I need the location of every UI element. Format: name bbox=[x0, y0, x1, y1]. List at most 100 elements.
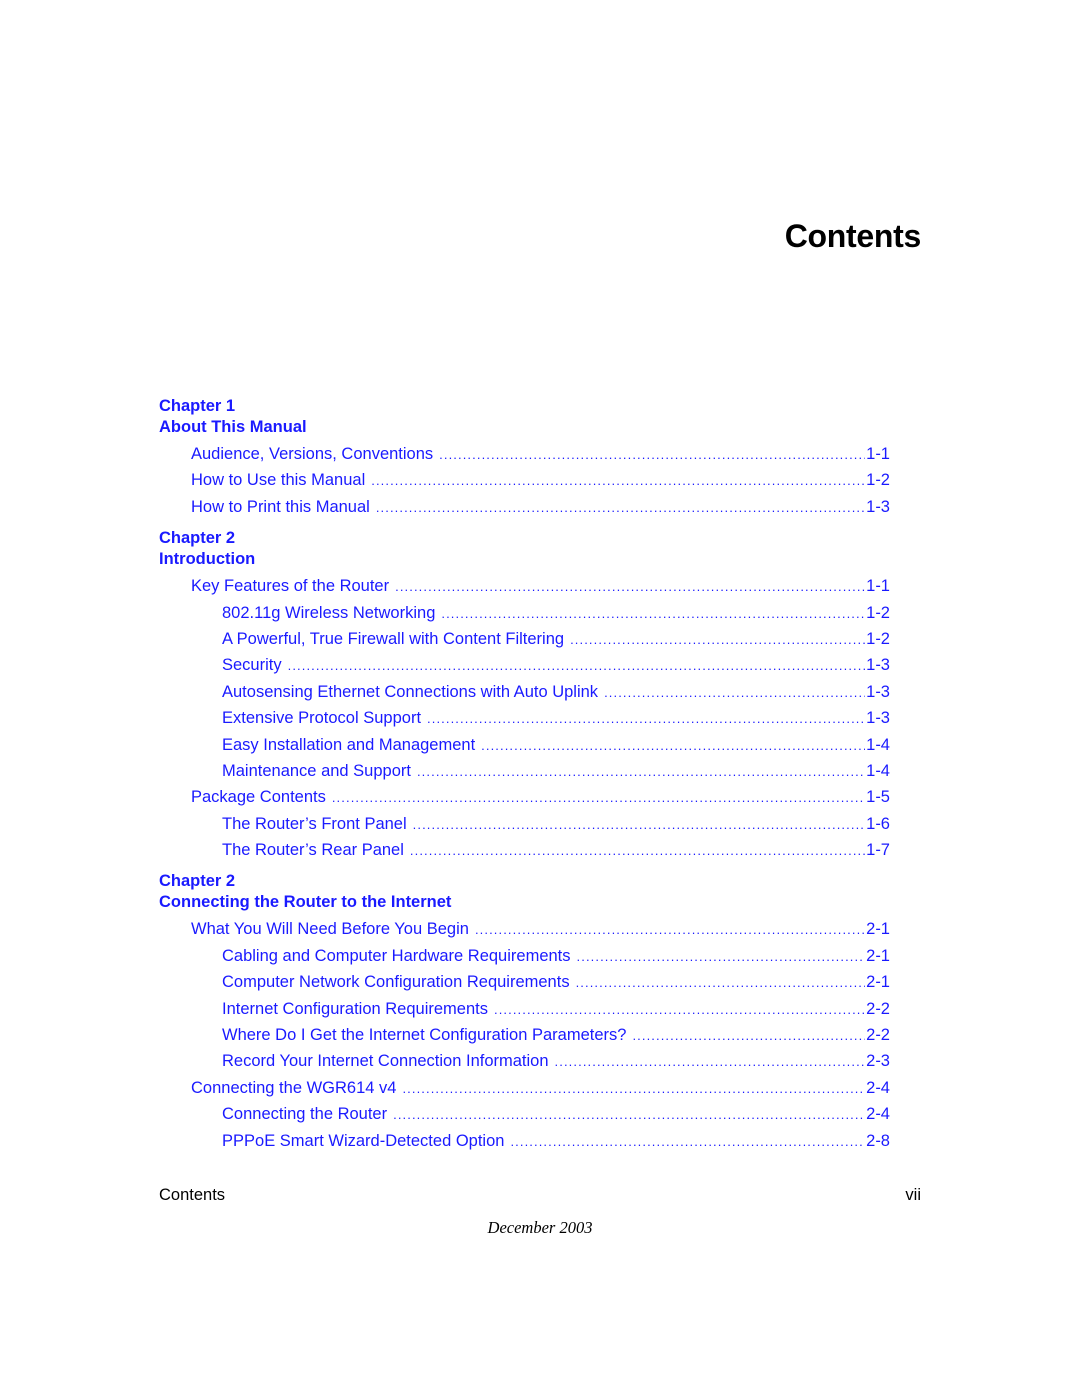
chapter-number-link[interactable]: Chapter 2 bbox=[159, 528, 890, 549]
dot-leader bbox=[481, 738, 865, 753]
toc-entry-page-number: 1-3 bbox=[866, 682, 890, 701]
toc-entry-link[interactable]: Extensive Protocol Support 1-3 bbox=[159, 709, 890, 735]
toc-entry-label: Easy Installation and Management bbox=[222, 735, 476, 754]
toc-entry-label: Audience, Versions, Conventions bbox=[191, 445, 434, 463]
toc-entry-label: Record Your Internet Connection Informat… bbox=[222, 1052, 549, 1071]
toc-entry-page-number: 1-2 bbox=[866, 629, 890, 648]
footer-section-name: Contents bbox=[159, 1186, 226, 1204]
toc-entry-link[interactable]: Key Features of the Router 1-1 bbox=[159, 577, 890, 603]
toc-entry-link[interactable]: Autosensing Ethernet Connections with Au… bbox=[159, 683, 890, 709]
toc-entry-link[interactable]: Security 1-3 bbox=[159, 656, 890, 682]
toc-entry-label: Extensive Protocol Support bbox=[222, 709, 422, 728]
toc-entry-link[interactable]: Cabling and Computer Hardware Requiremen… bbox=[159, 947, 890, 973]
toc-entry-link[interactable]: Audience, Versions, Conventions 1-1 bbox=[159, 445, 890, 471]
dot-leader bbox=[371, 473, 865, 488]
toc-entry-label: How to Use this Manual bbox=[191, 471, 366, 490]
toc-entry-page-number: 1-2 bbox=[866, 603, 890, 622]
toc-entry-label: Computer Network Configuration Requireme… bbox=[222, 973, 570, 992]
toc-entry-link[interactable]: Computer Network Configuration Requireme… bbox=[159, 973, 890, 999]
table-of-contents: Chapter 1 About This Manual Audience, Ve… bbox=[159, 396, 890, 1162]
toc-entry-page-number: 1-6 bbox=[866, 814, 890, 833]
toc-entry-link[interactable]: PPPoE Smart Wizard-Detected Option 2-8 bbox=[159, 1132, 890, 1158]
toc-entry-page-number: 2-1 bbox=[866, 920, 890, 939]
dot-leader bbox=[632, 1028, 865, 1043]
dot-leader bbox=[376, 500, 865, 515]
dot-leader bbox=[576, 975, 866, 990]
toc-entry-label: A Powerful, True Firewall with Content F… bbox=[222, 629, 565, 648]
toc-entry-link[interactable]: 802.11g Wireless Networking 1-2 bbox=[159, 604, 890, 630]
toc-chapter: Chapter 1 About This Manual Audience, Ve… bbox=[159, 396, 890, 524]
dot-leader bbox=[393, 1107, 865, 1122]
toc-entry-page-number: 2-2 bbox=[866, 999, 890, 1018]
dot-leader bbox=[410, 843, 865, 858]
dot-leader bbox=[570, 632, 865, 647]
toc-entry-label: Connecting the Router bbox=[222, 1105, 388, 1124]
toc-entry-page-number: 2-1 bbox=[866, 946, 890, 965]
toc-entry-label: The Router’s Rear Panel bbox=[222, 841, 404, 860]
toc-entry-label: Internet Configuration Requirements bbox=[222, 999, 488, 1018]
dot-leader bbox=[427, 711, 865, 726]
toc-entry-link[interactable]: Where Do I Get the Internet Configuratio… bbox=[159, 1026, 890, 1052]
toc-entry-label: The Router’s Front Panel bbox=[222, 814, 407, 833]
chapter-number-link[interactable]: Chapter 1 bbox=[159, 396, 890, 417]
dot-leader bbox=[475, 922, 865, 937]
toc-entry-label: Autosensing Ethernet Connections with Au… bbox=[222, 682, 599, 701]
toc-entry-link[interactable]: The Router’s Front Panel 1-6 bbox=[159, 815, 890, 841]
toc-entry-link[interactable]: What You Will Need Before You Begin 2-1 bbox=[159, 920, 890, 946]
toc-entry-page-number: 2-1 bbox=[866, 973, 890, 992]
chapter-entries: Audience, Versions, Conventions 1-1 How to… bbox=[159, 445, 890, 524]
toc-entry-link[interactable]: How to Print this Manual 1-3 bbox=[159, 498, 890, 524]
toc-entry-link[interactable]: The Router’s Rear Panel 1-7 bbox=[159, 841, 890, 867]
chapter-entries: Key Features of the Router 1-1 802.11g Wir… bbox=[159, 577, 890, 867]
toc-entry-page-number: 1-5 bbox=[866, 788, 890, 807]
toc-entry-label: What You Will Need Before You Begin bbox=[191, 920, 469, 939]
dot-leader bbox=[395, 579, 865, 594]
toc-entry-label: Cabling and Computer Hardware Requiremen… bbox=[222, 946, 571, 965]
dot-leader bbox=[332, 790, 865, 805]
toc-entry-link[interactable]: Easy Installation and Management 1-4 bbox=[159, 736, 890, 762]
dot-leader bbox=[288, 658, 866, 673]
toc-entry-page-number: 2-4 bbox=[866, 1105, 890, 1124]
toc-entry-page-number: 1-1 bbox=[866, 445, 890, 463]
toc-entry-page-number: 2-8 bbox=[866, 1131, 890, 1150]
toc-entry-link[interactable]: Internet Configuration Requirements 2-2 bbox=[159, 1000, 890, 1026]
toc-entry-link[interactable]: Record Your Internet Connection Informat… bbox=[159, 1052, 890, 1078]
toc-entry-page-number: 1-4 bbox=[866, 735, 890, 754]
dot-leader bbox=[604, 685, 865, 700]
toc-entry-label: Maintenance and Support bbox=[222, 761, 411, 780]
toc-entry-page-number: 2-2 bbox=[866, 1026, 890, 1045]
chapter-title-link[interactable]: Introduction bbox=[159, 549, 890, 570]
toc-entry-label: 802.11g Wireless Networking bbox=[222, 603, 436, 622]
dot-leader bbox=[510, 1134, 865, 1149]
toc-entry-link[interactable]: Package Contents 1-5 bbox=[159, 788, 890, 814]
toc-entry-page-number: 2-4 bbox=[866, 1078, 890, 1097]
dot-leader bbox=[417, 764, 865, 779]
chapter-number-link[interactable]: Chapter 2 bbox=[159, 871, 890, 892]
toc-entry-label: Connecting the WGR614 v4 bbox=[191, 1078, 397, 1097]
dot-leader bbox=[402, 1081, 865, 1096]
toc-entry-link[interactable]: A Powerful, True Firewall with Content F… bbox=[159, 630, 890, 656]
toc-entry-label: PPPoE Smart Wizard-Detected Option bbox=[222, 1131, 505, 1150]
dot-leader bbox=[413, 817, 865, 832]
toc-chapter: Chapter 2 Introduction Key Features of t… bbox=[159, 528, 890, 867]
toc-entry-page-number: 1-7 bbox=[866, 841, 890, 860]
toc-entry-label: Where Do I Get the Internet Configuratio… bbox=[222, 1026, 627, 1045]
footer-page-number: vii bbox=[905, 1186, 921, 1204]
toc-entry-page-number: 1-3 bbox=[866, 709, 890, 728]
toc-entry-label: How to Print this Manual bbox=[191, 497, 370, 516]
chapter-title-link[interactable]: About This Manual bbox=[159, 417, 890, 438]
toc-entry-page-number: 1-1 bbox=[866, 577, 890, 596]
toc-entry-link[interactable]: Connecting the WGR614 v4 2-4 bbox=[159, 1079, 890, 1105]
toc-entry-link[interactable]: How to Use this Manual 1-2 bbox=[159, 471, 890, 497]
dot-leader bbox=[441, 606, 865, 621]
chapter-entries: What You Will Need Before You Begin 2-1 Ca… bbox=[159, 920, 890, 1158]
toc-entry-link[interactable]: Connecting the Router 2-4 bbox=[159, 1105, 890, 1131]
toc-entry-page-number: 1-3 bbox=[866, 656, 890, 675]
toc-entry-link[interactable]: Maintenance and Support 1-4 bbox=[159, 762, 890, 788]
chapter-title-link[interactable]: Connecting the Router to the Internet bbox=[159, 892, 890, 913]
toc-entry-label: Key Features of the Router bbox=[191, 577, 390, 596]
toc-entry-page-number: 1-3 bbox=[866, 497, 890, 516]
toc-entry-page-number: 2-3 bbox=[866, 1052, 890, 1071]
dot-leader bbox=[577, 949, 866, 964]
toc-entry-label: Security bbox=[222, 656, 282, 675]
